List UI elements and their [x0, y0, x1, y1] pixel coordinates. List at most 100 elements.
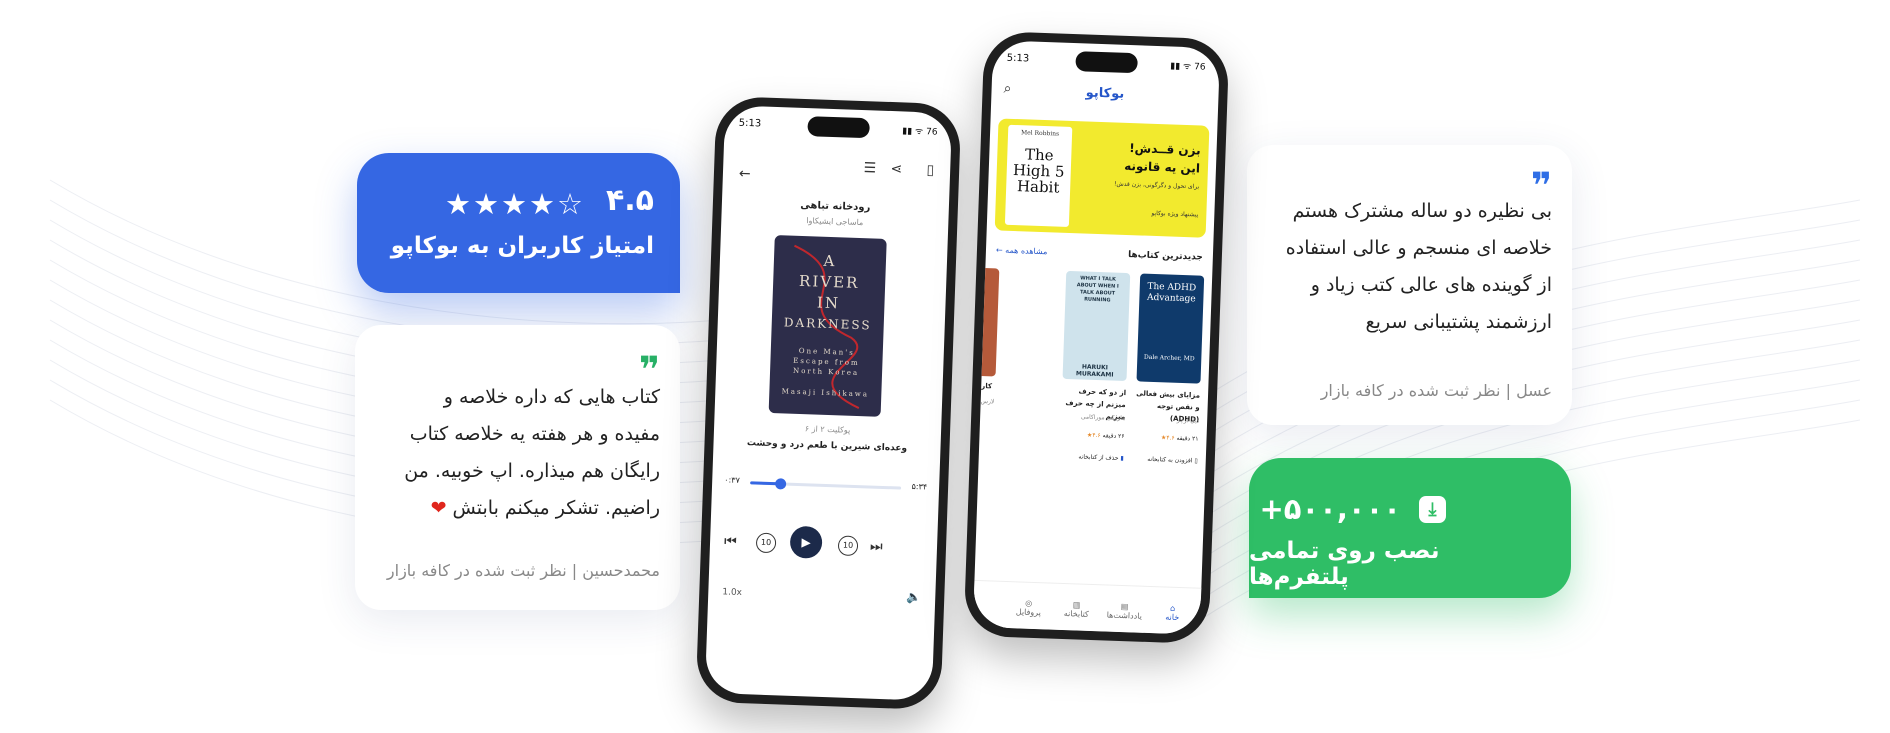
book-title: کار [981, 382, 993, 391]
nav-notes[interactable]: ▤ یادداشت‌ها [1104, 601, 1145, 621]
play-button[interactable]: ▶ [789, 525, 823, 559]
rating-score: ۴.۵ [605, 183, 654, 218]
status-icons: ▮▮ ᯤ 76 [1170, 61, 1206, 73]
rewind-10-icon[interactable]: 10 [755, 532, 777, 554]
book-action-label: حذف از کتابخانه [1078, 453, 1119, 462]
nav-library[interactable]: ▥ کتابخانه [1056, 600, 1097, 619]
review-text: کتاب هایی که داره خلاصه و مفیده و هر هفت… [371, 379, 660, 527]
episode-label: پوکلیت ۲ از ۶ [804, 424, 851, 435]
section-title: جدیدترین کتاب‌ها [1127, 250, 1204, 263]
review-card-right: ❞ بی نظیره دو ساله مشترک هستم خلاصه ای م… [1247, 145, 1572, 425]
review-line: از گوینده های عالی کتب زیاد و [1310, 274, 1552, 296]
book-cover-1[interactable]: The ADHD Advantage Dale Archer, MD [1136, 273, 1205, 384]
home-screen: 5:13 ▮▮ ᯤ 76 ⌕ بوکاپو Mel Robbins The Hi… [972, 40, 1221, 635]
dynamic-island [806, 116, 870, 139]
review-line: ارزشمند پشتیبانی سریع [1365, 311, 1552, 333]
status-time: 5:13 [738, 117, 762, 130]
review-line: بی نظیره دو ساله مشترک هستم [1292, 200, 1552, 222]
status-time: 5:13 [1006, 52, 1030, 65]
review-meta: محمدحسین | نظر ثبت شده در کافه بازار [386, 561, 660, 580]
review-line: راضیم. تشکر میکنم بابتش ❤ [371, 490, 660, 527]
review-line: رایگان هم میذاره. اپ خوبیه. من [404, 460, 660, 482]
rating-label: امتیاز کاربران به بوکاپو [390, 233, 654, 259]
skip-next-icon[interactable]: ⏭ [870, 539, 883, 555]
cover-line: DARKNESS [783, 315, 872, 333]
download-icon: ⤓ [1419, 496, 1446, 523]
book-action-label: افزودن به کتابخانه [1147, 455, 1193, 465]
remove-from-library-button[interactable]: ▮ حذف از کتابخانه [1078, 453, 1124, 462]
nav-label: یادداشت‌ها [1106, 610, 1143, 621]
install-card: +۵۰۰,۰۰۰ ⤓ نصب روی تمامی پلتفرم‌ها [1249, 458, 1571, 598]
progress-track[interactable] [750, 478, 902, 490]
banner-headline-2: این یه قانونه [1124, 158, 1201, 176]
status-icons: ▮▮ ᯤ 76 [902, 126, 938, 138]
bookmark-icon: ▯ [1194, 457, 1198, 465]
book-meta: ۲۱ دقیقه ۴.۶★ [1161, 434, 1199, 442]
book-duration: ۲۱ دقیقه [1176, 434, 1199, 443]
bookmark-filled-icon: ▮ [1120, 454, 1124, 463]
book-duration: ۲۶ دقیقه [1102, 432, 1125, 441]
book-icon[interactable]: ▯ [926, 162, 934, 178]
playlist-icon[interactable]: ☰ [863, 160, 876, 176]
volume-icon[interactable]: 🔈 [906, 590, 921, 605]
book-cover-3[interactable] [972, 267, 1000, 377]
see-all-link[interactable]: مشاهده همه ← [996, 245, 1048, 256]
nav-label: پروفایل [1015, 607, 1042, 618]
book-cover-title: WHAT I TALK ABOUT WHEN I TALK ABOUT RUNN… [1076, 275, 1119, 304]
heart-icon: ❤ [430, 497, 447, 519]
cover-author: Masaji Ishikawa [781, 387, 870, 399]
phone-home: 5:13 ▮▮ ᯤ 76 ⌕ بوکاپو Mel Robbins The Hi… [963, 30, 1230, 645]
forward-10-icon[interactable]: 10 [837, 535, 859, 557]
banner-book-cover: Mel Robbins The High 5 Habit [1004, 124, 1073, 227]
skip-previous-icon[interactable]: ⏮ [724, 533, 737, 549]
review-text: بی نظیره دو ساله مشترک هستم خلاصه ای منس… [1263, 193, 1552, 341]
review-meta: عسل | نظر ثبت شده در کافه بازار [1320, 381, 1552, 400]
speed-button[interactable]: 1.0x [722, 587, 742, 598]
review-card-left: ❞ کتاب هایی که داره خلاصه و مفیده و هر ه… [355, 325, 680, 610]
cover-subtitle: One Man's Escape from North Korea [792, 346, 860, 378]
review-line: کتاب هایی که داره خلاصه و [443, 386, 660, 408]
book-cover-author: Dale Archer, MD [1143, 353, 1195, 363]
player-title: رودخانه تباهی [800, 199, 871, 214]
player-author: ماساجی ایشیکاوا [806, 216, 864, 228]
rating-card: ۴.۵ ★★★★☆ امتیاز کاربران به بوکاپو [357, 153, 680, 293]
add-to-library-button[interactable]: ▯ افزودن به کتابخانه [1147, 456, 1198, 465]
nav-home[interactable]: ⌂ خانه [1152, 603, 1193, 622]
install-count: +۵۰۰,۰۰۰ [1259, 492, 1401, 526]
bottom-nav: ⌂ خانه ▤ یادداشت‌ها ▥ کتابخانه ◎ پروفایل [972, 579, 1202, 635]
nav-label: خانه [1165, 612, 1180, 623]
phone-player: 5:13 ▮▮ ᯤ 76 ← ▯ ⋖ ☰ رودخانه تباهی ماساج… [695, 95, 962, 711]
progress-knob[interactable] [775, 478, 787, 490]
book-cover-title: The ADHD Advantage [1146, 281, 1197, 305]
book-meta: ۲۶ دقیقه ۴.۶★ [1087, 432, 1125, 440]
banner-headline-1: بزن قــدش! [1128, 141, 1201, 158]
dynamic-island [1074, 51, 1138, 74]
chapter-title: وعده‌ای شیرین با طعم درد و وحشت [746, 438, 908, 454]
book-cover-2[interactable]: WHAT I TALK ABOUT WHEN I TALK ABOUT RUNN… [1062, 270, 1131, 382]
elapsed-time: ۰:۳۷ [724, 475, 740, 485]
review-line: مفیده و هر هفته یه خلاصه کتاب [409, 423, 660, 445]
promo-banner[interactable]: Mel Robbins The High 5 Habit بزن قــدش! … [994, 118, 1210, 238]
nav-profile[interactable]: ◎ پروفایل [1008, 598, 1049, 618]
review-line-text: راضیم. تشکر میکنم بابتش [452, 497, 660, 519]
app-logo: بوکاپو [1085, 85, 1125, 102]
banner-cover-author: Mel Robbins [1020, 129, 1060, 138]
book-author: لارس [980, 397, 995, 406]
install-label: نصب روی تمامی پلتفرم‌ها [1249, 538, 1440, 590]
banner-cta[interactable]: پیشنهاد ویژه بوکاپو [1151, 210, 1198, 219]
book-author: دیل آرچر [1176, 416, 1200, 425]
banner-subtitle: برای تحول و دگرگونی، بزن قدش! [1113, 180, 1200, 191]
back-arrow-icon[interactable]: ← [739, 166, 751, 182]
remaining-time: ۵:۳۴ [911, 481, 928, 492]
review-line: خلاصه ای منسجم و عالی استفاده [1285, 237, 1552, 259]
nav-label: کتابخانه [1063, 609, 1089, 619]
player-screen: 5:13 ▮▮ ᯤ 76 ← ▯ ⋖ ☰ رودخانه تباهی ماساج… [704, 105, 953, 701]
book-author: هاروکی موراکامی [1080, 413, 1126, 423]
banner-cover-title: The High 5 Habit [1012, 145, 1065, 197]
player-book-cover: A RIVER IN DARKNESS One Man's Escape fro… [768, 235, 887, 417]
rating-stars-icon: ★★★★☆ [445, 187, 585, 221]
book-cover-author: HARUKI MURAKAMI [1075, 363, 1114, 379]
share-icon[interactable]: ⋖ [890, 161, 902, 177]
book-rating: ۴.۶ [1092, 431, 1101, 440]
see-all-label: مشاهده همه [1005, 245, 1048, 257]
